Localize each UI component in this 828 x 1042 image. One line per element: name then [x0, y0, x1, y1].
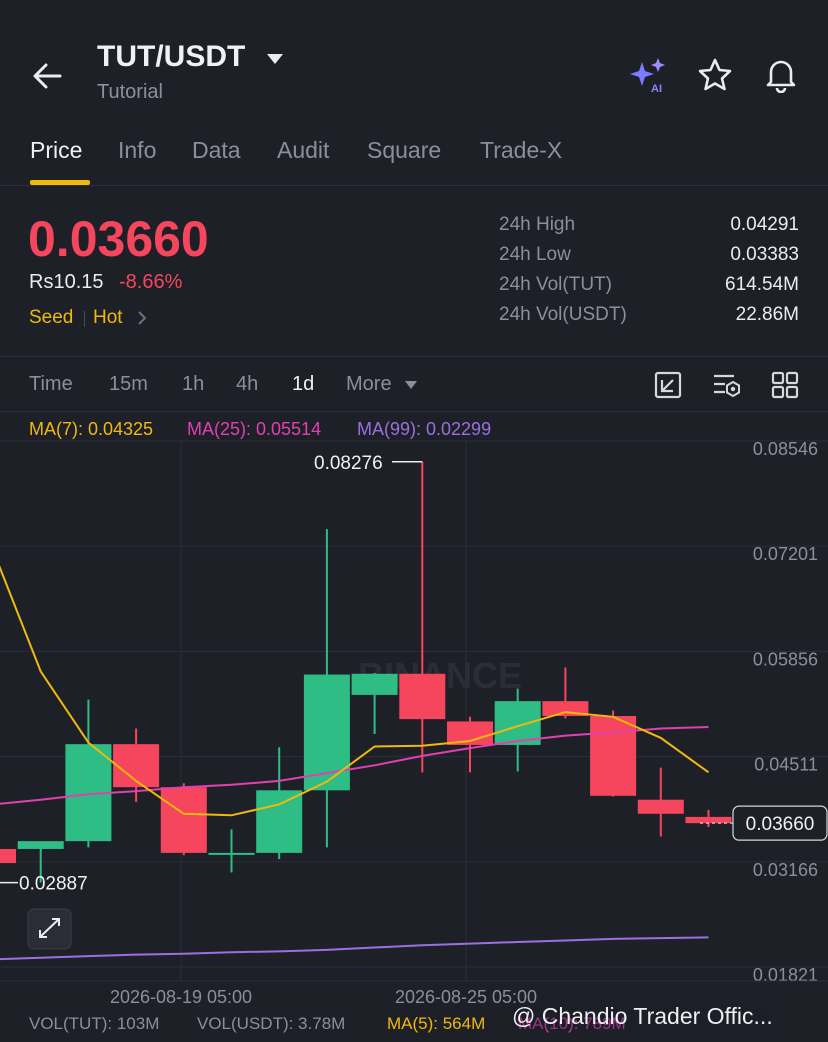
tab-trade-x[interactable]: Trade-X [480, 137, 562, 164]
ma99-line [0, 936, 709, 961]
candle-body [685, 816, 732, 824]
pair-subtitle: Tutorial [97, 81, 163, 103]
ma25-legend: MA(25): 0.05514 [187, 419, 322, 439]
x-tick-label: 2026-08-19 05:00 [110, 987, 252, 1007]
tab-square[interactable]: Square [367, 137, 441, 164]
last-price: 0.03660 [28, 211, 209, 267]
price-change-percent: -8.66% [119, 271, 183, 293]
interval-1h[interactable]: 1h [182, 373, 204, 396]
candle-body [208, 852, 255, 855]
candle-body [17, 841, 64, 849]
stat-label-vol-quote: 24h Vol(USDT) [499, 304, 627, 325]
chevron-right-icon[interactable] [136, 310, 148, 326]
divider [0, 185, 828, 186]
svg-text:AI: AI [651, 83, 662, 95]
candle-body [590, 716, 637, 796]
candle-body [399, 673, 446, 720]
vol-quote-legend: VOL(USDT): 3.78M [197, 1014, 346, 1033]
divider [0, 356, 828, 357]
layout-grid-icon[interactable] [771, 371, 799, 399]
stat-label-high: 24h High [499, 214, 576, 235]
fiat-price: Rs10.15 [29, 271, 104, 293]
pair-dropdown-icon[interactable] [266, 52, 284, 66]
alert-bell-icon[interactable] [762, 55, 800, 93]
candle-body [637, 799, 684, 814]
stat-value-low: 0.03383 [730, 244, 799, 265]
stat-value-vol-quote: 22.86M [735, 304, 799, 325]
candle-body [0, 848, 16, 864]
ai-sparkle-icon[interactable]: AI [628, 56, 670, 96]
tab-info[interactable]: Info [118, 137, 156, 164]
stat-label-vol-base: 24h Vol(TUT) [499, 274, 612, 295]
more-dropdown-icon[interactable] [404, 380, 418, 390]
candle-body [256, 790, 303, 853]
low-price-label: 0.02887 [19, 874, 88, 895]
stat-label-low: 24h Low [499, 244, 571, 265]
tab-data[interactable]: Data [192, 137, 241, 164]
stat-value-vol-base: 614.54M [725, 274, 799, 295]
candle-body [160, 787, 207, 853]
interval-4h[interactable]: 4h [236, 373, 258, 396]
current-price-label: 0.03660 [746, 814, 815, 835]
y-tick-label: 0.05856 [753, 649, 818, 669]
pair-title[interactable]: TUT/USDT [97, 40, 245, 74]
high-price-label: 0.08276 [314, 453, 383, 474]
price-chart[interactable]: 0.08546 0.07201 0.05856 0.04511 0.03166 0.018… [0, 411, 828, 1042]
ma99-legend: MA(99): 0.02299 [357, 419, 492, 439]
tag-hot[interactable]: Hot [93, 307, 123, 329]
chart-expand-button[interactable] [27, 908, 72, 950]
back-arrow-icon[interactable] [28, 56, 68, 96]
tab-audit[interactable]: Audit [277, 137, 329, 164]
ma7-legend: MA(7): 0.04325 [29, 419, 154, 439]
y-tick-label: 0.03166 [753, 860, 818, 880]
y-tick-label: 0.07201 [753, 544, 818, 564]
stat-value-high: 0.04291 [730, 214, 799, 235]
indicator-settings-icon[interactable] [712, 371, 742, 399]
interval-time[interactable]: Time [29, 373, 73, 396]
y-tick-label: 0.01821 [753, 965, 818, 985]
interval-more[interactable]: More [346, 373, 392, 396]
candle-body [351, 673, 398, 695]
interval-15m[interactable]: 15m [109, 373, 148, 396]
vol-ma5-legend: MA(5): 564M [387, 1014, 486, 1033]
y-tick-label: 0.08546 [753, 439, 818, 459]
interval-1d[interactable]: 1d [292, 373, 314, 396]
tab-price[interactable]: Price [30, 137, 82, 164]
y-tick-label: 0.04511 [754, 755, 818, 775]
tag-seed[interactable]: Seed [29, 307, 73, 329]
favorite-star-icon[interactable] [696, 56, 734, 94]
vol-base-legend: VOL(TUT): 103M [29, 1014, 160, 1033]
fullscreen-chart-icon[interactable] [654, 371, 682, 399]
overlay-watermark: @ Chandio Trader Offic... [512, 1003, 773, 1030]
tag-divider [84, 311, 85, 327]
